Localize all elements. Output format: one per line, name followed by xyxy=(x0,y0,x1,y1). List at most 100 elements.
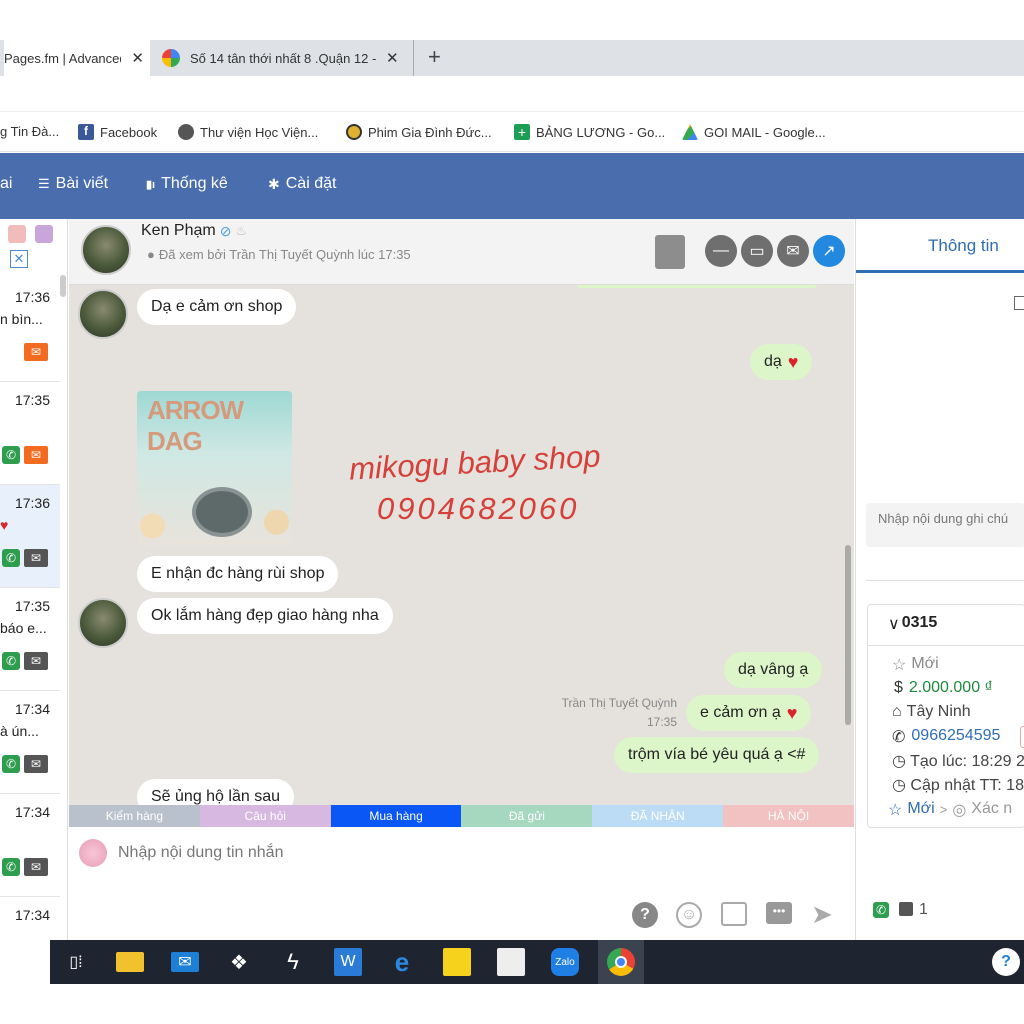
customer-name[interactable]: Ken Phạm xyxy=(141,222,216,240)
app-icon[interactable] xyxy=(497,948,525,976)
contact-card-icon[interactable] xyxy=(655,235,685,269)
close-tab-icon[interactable]: ✕ xyxy=(131,49,144,67)
avatar xyxy=(78,598,128,648)
document-icon[interactable] xyxy=(1014,296,1024,310)
clock-icon: ◷ xyxy=(892,753,906,770)
file-explorer-icon[interactable] xyxy=(116,952,144,972)
label-da-gui[interactable]: Đã gửi xyxy=(461,805,593,827)
list-item[interactable]: 17:34 ✆ ✉ xyxy=(0,794,60,897)
message-incoming[interactable]: E nhận đc hàng rùi shop xyxy=(137,556,339,592)
order-header[interactable]: ∨ 0315 xyxy=(888,614,937,634)
tab-address[interactable]: Số 14 tân thới nhất 8 .Quận 12 - ✕ xyxy=(162,40,414,76)
page-avatar[interactable] xyxy=(79,839,107,867)
home-icon: ⌂ xyxy=(892,703,902,720)
lightning-icon[interactable]: ϟ xyxy=(279,948,307,976)
phone-icon: ✆ xyxy=(2,858,20,876)
bookmark-label: Thư viện Học Viện... xyxy=(200,124,319,140)
globe-icon xyxy=(178,124,194,140)
message-outgoing[interactable]: trộm vía bé yêu quá ạ <# xyxy=(614,737,820,773)
image-icon[interactable] xyxy=(721,902,747,926)
tab-label: Thông tin xyxy=(928,236,999,255)
windows-taskbar: ▯⁞ ✉ ❖ ϟ W e Zalo ? xyxy=(50,940,1024,984)
new-tab-button[interactable]: + xyxy=(428,44,441,70)
heart-icon: ♥ xyxy=(0,517,9,533)
mail-icon: ✉ xyxy=(24,343,48,361)
bookmark-item[interactable]: g Tin Đà... xyxy=(0,124,59,139)
bookmark-goi-mail[interactable]: GOI MAIL - Google... xyxy=(682,124,826,140)
order-steps[interactable]: ☆ Mới > ◎ Xác n xyxy=(888,800,1024,820)
label-strip: Kiểm hàng Câu hỏi Mua hàng Đã gửi ĐÃ NHẬ… xyxy=(69,805,854,827)
mail-icon[interactable]: ✉ xyxy=(171,952,199,972)
message-input[interactable]: Nhập nội dung tin nhắn xyxy=(118,844,283,862)
phone-icon: ✆ xyxy=(2,446,20,464)
phone-icon: ✆ xyxy=(2,549,20,567)
link-icon[interactable]: ⊘ xyxy=(220,223,232,240)
copy-button[interactable] xyxy=(1020,726,1024,748)
nav-item-thong-ke[interactable]: ▮ı Thống kê xyxy=(146,175,228,193)
task-view-icon[interactable]: ▯⁞ xyxy=(62,948,90,976)
star-icon: ☆ xyxy=(888,802,903,819)
message-incoming[interactable]: Sẽ ủng hộ lần sau xyxy=(137,779,294,805)
photo-attachment[interactable]: ARROW DAG xyxy=(137,391,292,545)
inbox-icon[interactable]: ▭ xyxy=(741,235,773,267)
list-item[interactable]: 17:34 à ún... ✆ ✉ xyxy=(0,691,60,794)
conversation-time: 17:34 xyxy=(14,701,50,717)
facebook-icon: f xyxy=(78,124,94,140)
scrollbar[interactable] xyxy=(845,545,851,725)
message-outgoing[interactable]: dạ ♥ xyxy=(750,344,813,380)
close-tab-icon[interactable]: ✕ xyxy=(386,49,399,67)
message-outgoing[interactable]: dạ vâng ạ xyxy=(724,652,823,688)
label-cau-hoi[interactable]: Câu hỏi xyxy=(199,805,331,827)
conversation-time: 17:34 xyxy=(14,804,50,820)
send-icon[interactable]: ➤ xyxy=(811,899,833,930)
mail-icon: ✉ xyxy=(24,652,48,670)
minus-icon[interactable]: — xyxy=(705,235,737,267)
message-composer: Nhập nội dung tin nhắn ? ☺ ••• ➤ xyxy=(69,827,854,940)
tag-color-icon[interactable] xyxy=(35,225,53,243)
tab-pages-fm[interactable]: Pages.fm | Advanced ✕ xyxy=(4,40,150,76)
nav-item-partial[interactable]: ai xyxy=(0,175,12,193)
close-filter-icon[interactable]: ✕ xyxy=(10,250,28,268)
list-item[interactable]: 17:36 n bìn... ✉ xyxy=(0,279,60,382)
quick-reply-icon[interactable]: ••• xyxy=(766,902,792,924)
clock-icon: ◷ xyxy=(892,777,906,794)
label-da-nhan[interactable]: ĐÃ NHẬN xyxy=(592,805,724,827)
message-incoming[interactable]: Ok lắm hàng đẹp giao hàng nha xyxy=(137,598,393,634)
message-outgoing[interactable]: e cảm ơn ạ ♥ xyxy=(686,695,812,731)
nav-item-cai-dat[interactable]: ✱ Cài đặt xyxy=(268,175,336,193)
edge-icon[interactable]: e xyxy=(388,947,416,977)
bookmark-phim[interactable]: Phim Gia Đình Đức... xyxy=(346,124,492,140)
help-icon[interactable]: ? xyxy=(632,902,658,928)
scrollbar[interactable] xyxy=(60,275,66,297)
sticky-notes-icon[interactable] xyxy=(443,948,471,976)
bookmark-thu-vien[interactable]: Thư viện Học Viện... xyxy=(178,124,318,140)
help-icon[interactable]: ? xyxy=(992,948,1020,976)
message-incoming[interactable]: Dạ e cảm ơn shop xyxy=(137,289,297,325)
note-input[interactable]: Nhập nội dung ghi chú xyxy=(866,503,1024,547)
list-item[interactable]: 17:36 ♥ ✆ ✉ xyxy=(0,485,60,588)
order-card[interactable]: ∨ 0315 ☆ Mới $2.000.000 ₫ ⌂ Tây Ninh ✆ 0966… xyxy=(867,604,1024,828)
external-link-icon[interactable]: ↗ xyxy=(813,235,845,267)
bookmark-bang-luong[interactable]: + BẢNG LƯƠNG - Go... xyxy=(514,124,665,140)
bookmark-facebook[interactable]: f Facebook xyxy=(78,124,157,140)
chrome-taskbar-item[interactable] xyxy=(598,940,644,984)
tag-color-icon[interactable] xyxy=(8,225,26,243)
star-icon: ☆ xyxy=(892,657,907,674)
label-kiem-hang[interactable]: Kiểm hàng xyxy=(69,805,200,827)
bookmark-label: Facebook xyxy=(100,124,158,140)
tab-thong-tin[interactable]: Thông tin xyxy=(856,219,1024,273)
list-item[interactable]: 17:35 báo e... ✆ ✉ xyxy=(0,588,60,691)
nav-item-bai-viet[interactable]: ☰ Bài viết xyxy=(38,175,108,193)
mail-icon[interactable]: ✉ xyxy=(777,235,809,267)
message-text: dạ xyxy=(764,353,782,370)
list-item[interactable]: 17:35 ✆ ✉ xyxy=(0,382,60,485)
dropbox-icon[interactable]: ❖ xyxy=(225,948,253,976)
emoji-icon[interactable]: ☺ xyxy=(676,902,702,928)
chevron-down-icon: ∨ xyxy=(888,616,900,633)
avatar[interactable] xyxy=(81,225,131,275)
label-mua-hang[interactable]: Mua hàng xyxy=(330,805,462,827)
label-ha-noi[interactable]: HÀ NỘI xyxy=(723,805,854,827)
order-phone[interactable]: ✆ 0966254595 xyxy=(892,727,1000,747)
word-icon[interactable]: W xyxy=(334,948,362,976)
zalo-icon[interactable]: Zalo xyxy=(551,948,579,976)
